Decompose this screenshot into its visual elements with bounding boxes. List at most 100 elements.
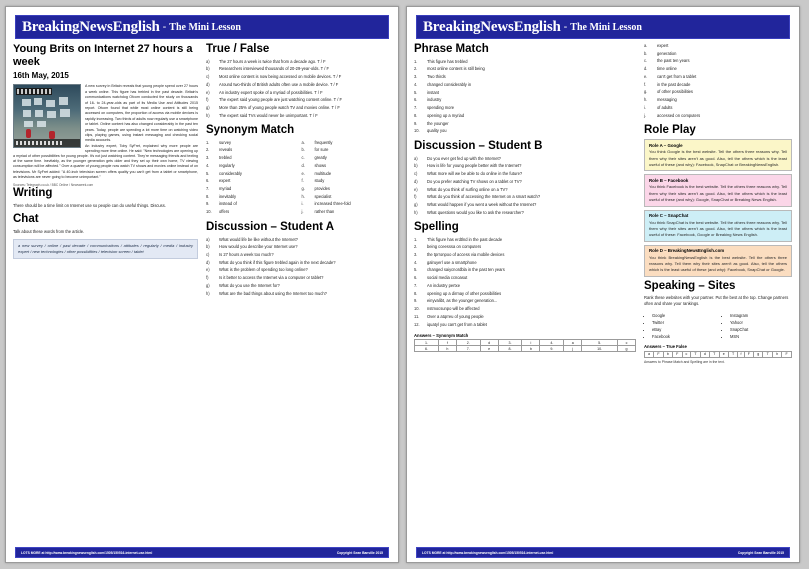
list-item-text: for sure bbox=[314, 147, 329, 153]
photo-screen-6 bbox=[35, 110, 43, 118]
list-item-text: time online bbox=[657, 66, 677, 72]
list-item-marker: 7. bbox=[206, 185, 210, 191]
page-1-columns: Young Brits on Internet 27 hours a week … bbox=[13, 43, 391, 544]
list-item-text: Do you ever get fed up with the Internet… bbox=[427, 155, 501, 161]
list-item-text: multitude bbox=[314, 170, 332, 176]
list-item: 1. This figure has erdtlnd in the past de… bbox=[414, 237, 636, 243]
list-item: 2. most online content is still being bbox=[414, 66, 636, 72]
role-card-body: You think Facebook is the best website. … bbox=[649, 184, 787, 202]
list-item-marker: h) bbox=[206, 290, 210, 296]
list-item: d. shows bbox=[302, 163, 392, 169]
page-2-right-column: a. expert b. generation c. the past ten years… bbox=[643, 43, 792, 544]
list-item-text: instead of bbox=[219, 201, 237, 207]
list-item: 3. Two thirds bbox=[414, 74, 636, 80]
list-item-text: the younger bbox=[427, 120, 449, 126]
role-card: Role C – SnapChat You think SnapChat is t… bbox=[644, 209, 792, 242]
role-card-body: You think BreakingNewsEnglish is the bes… bbox=[649, 254, 787, 272]
list-item-text: Two thirds bbox=[427, 74, 446, 80]
answer-cell: g bbox=[753, 350, 764, 358]
list-item: g. provides bbox=[302, 186, 392, 192]
photo-screen-4 bbox=[59, 97, 68, 106]
list-item: c. greatly bbox=[302, 155, 392, 161]
answer-cell: h bbox=[772, 350, 783, 358]
worksheet-page-2: BreakingNewsEnglish - The Mini Lesson Ph… bbox=[406, 6, 800, 563]
list-item-text: The expert said young people are just wa… bbox=[219, 97, 342, 103]
footer-bar-page-2: LOTS MORE at http://www.breakingnewsengl… bbox=[416, 547, 790, 558]
list-item-text: opening up a dirmay of other possibiliti… bbox=[427, 290, 502, 296]
list-item-text: specialist bbox=[314, 193, 332, 199]
photo-screen-3 bbox=[46, 100, 55, 108]
list-item: i. increased three-fold bbox=[302, 201, 392, 207]
list-item-marker: 5. bbox=[206, 170, 210, 176]
list-item-marker: 1. bbox=[414, 236, 418, 242]
phrase-match-columns: 1. This figure has trebled 2. most online c… bbox=[414, 59, 636, 140]
list-item-marker: j. bbox=[644, 112, 647, 118]
answers-true-false-table: aFbFcTdTeTfFgThF bbox=[643, 350, 792, 358]
list-item: a) What would life be like without the In… bbox=[206, 237, 391, 243]
list-item-text: instant bbox=[427, 89, 440, 95]
list-item-text: What do you think if this figure trebled… bbox=[219, 259, 336, 265]
chat-word-list: a new survey / online / past decade / co… bbox=[13, 238, 198, 260]
list-item-marker: 8. bbox=[414, 112, 418, 118]
photo-screen-7 bbox=[47, 111, 56, 119]
page-1-left-column: Young Brits on Internet 27 hours a week … bbox=[13, 43, 198, 544]
list-item-marker: 8. bbox=[206, 193, 210, 199]
role-play-boxes: Role A – Google You think Google is the b… bbox=[644, 139, 792, 277]
list-item: 10. quality you bbox=[414, 128, 636, 134]
list-item-marker: g. bbox=[644, 89, 648, 95]
list-item-marker: f) bbox=[206, 97, 209, 103]
list-item: 2. reveals bbox=[206, 147, 296, 153]
phrase-match-right-list: a. expert b. generation c. the past ten years… bbox=[644, 43, 792, 119]
list-item-marker: i. bbox=[644, 104, 647, 110]
list-item-marker: c) bbox=[206, 74, 210, 80]
list-item-marker: 6. bbox=[414, 97, 418, 103]
list-item-marker: b. bbox=[301, 147, 305, 153]
role-card: Role A – Google You think Google is the b… bbox=[644, 139, 792, 172]
list-item-text: expert bbox=[219, 178, 231, 184]
answer-cell: a bbox=[643, 350, 655, 358]
list-item-marker: g. bbox=[301, 185, 305, 191]
footer-link-page-1[interactable]: LOTS MORE at http://www.breakingnewsengl… bbox=[21, 551, 152, 555]
list-item-text: accessed on computers bbox=[657, 112, 701, 118]
synonym-match-right-list: a. frequently b. for sure c. greatly d. shows e.… bbox=[302, 140, 392, 217]
list-item-text: changed saiycnordbla in the past ten yea… bbox=[427, 267, 505, 273]
list-item-text: messaging bbox=[657, 97, 677, 103]
list-item: e) What is the problem of spending too lo… bbox=[206, 267, 391, 273]
page-2-left-column: Phrase Match 1. This figure has trebled 2.… bbox=[414, 43, 636, 544]
answer-cell: 7. bbox=[455, 345, 481, 353]
list-item: 7. myriad bbox=[206, 186, 296, 192]
list-item: 4. changed considerably in bbox=[414, 82, 636, 88]
answer-cell: j bbox=[563, 345, 583, 353]
photo-screen-5 bbox=[23, 110, 31, 118]
list-item-marker: 4. bbox=[414, 81, 418, 87]
footer-link-page-2[interactable]: LOTS MORE at http://www.breakingnewsengl… bbox=[422, 551, 553, 555]
answers-synonym-title: Answers – Synonym Match bbox=[414, 332, 469, 338]
list-item: 8. opening up a dirmay of other possibili… bbox=[414, 291, 636, 297]
list-item-marker: f. bbox=[644, 81, 647, 87]
list-item-marker: e) bbox=[206, 267, 210, 273]
list-item-marker: 1. bbox=[206, 139, 210, 145]
list-item: j. rather than bbox=[302, 209, 392, 215]
list-item-marker: g) bbox=[414, 202, 418, 208]
photo-screen-9 bbox=[24, 121, 33, 128]
list-item-text: offers bbox=[219, 209, 230, 215]
list-item-text: More than 25% of young people watch TV a… bbox=[219, 105, 340, 111]
list-item: 12. iquatyl you can't get from a tablet bbox=[414, 322, 636, 328]
list-item: f. study bbox=[302, 178, 392, 184]
answer-cell: 8. bbox=[497, 345, 523, 353]
list-item: c) Most online content is now being acces… bbox=[206, 74, 391, 80]
answers-true-false-title: Answers – True False bbox=[644, 344, 687, 350]
list-item: g) What would happen if you went a week w… bbox=[414, 202, 636, 208]
list-item-marker: 7. bbox=[414, 105, 418, 111]
list-item: b) How would you describe your Internet u… bbox=[206, 244, 391, 250]
list-item-text: Do you prefer watching TV shows on a tab… bbox=[427, 178, 522, 184]
answer-cell: F bbox=[743, 350, 755, 358]
list-item-text: What would happen if you went a week wit… bbox=[427, 202, 537, 208]
speaking-sites-section-title: Speaking – Sites bbox=[644, 279, 736, 292]
list-item: 4. galruyerl use a smartphone bbox=[414, 260, 636, 266]
list-item-text: What questions would you like to ask the… bbox=[427, 209, 524, 215]
list-item: 1. This figure has trebled bbox=[414, 59, 636, 65]
list-item: d. time online bbox=[644, 66, 792, 72]
list-item-marker: 8. bbox=[414, 290, 418, 296]
masthead-banner-page-1: BreakingNewsEnglish - The Mini Lesson bbox=[15, 15, 389, 39]
